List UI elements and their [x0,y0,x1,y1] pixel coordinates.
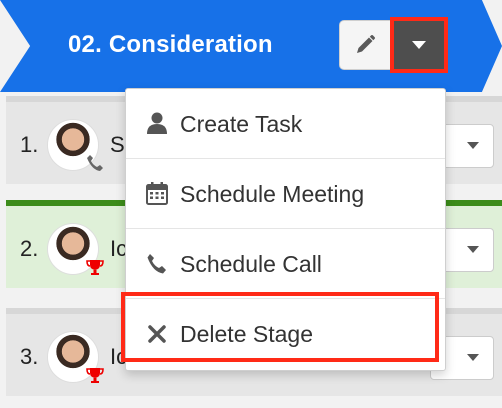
stage-title: 02. Consideration [68,31,273,58]
menu-item-label: Schedule Call [180,251,322,277]
menu-item-schedule-meeting[interactable]: Schedule Meeting [126,159,445,229]
stage-menu-button[interactable] [390,17,448,73]
calendar-icon [146,182,168,205]
caret-down-icon [467,354,479,361]
menu-item-delete-stage[interactable]: Delete Stage [126,299,445,369]
row-number: 3. [20,344,39,369]
row-number: 2. [20,236,39,261]
trophy-icon [86,260,104,275]
edit-stage-button[interactable] [339,20,391,70]
menu-item-schedule-call[interactable]: Schedule Call [126,229,445,299]
trophy-icon [86,368,104,383]
row-title: S [110,132,125,157]
phone-icon [87,155,103,171]
caret-down-icon [467,246,479,253]
stage-actions [339,17,448,73]
menu-item-label: Create Task [180,111,303,137]
close-icon [148,325,166,343]
caret-down-icon [412,41,426,49]
user-icon [147,112,167,134]
stage-dropdown-menu: Create Task Schedule Meeting Schedule Ca… [125,88,446,371]
menu-item-create-task[interactable]: Create Task [126,89,445,159]
menu-item-label: Schedule Meeting [180,181,365,207]
phone-icon [147,254,166,274]
row-number: 1. [20,132,39,157]
caret-down-icon [467,142,479,149]
menu-item-label: Delete Stage [180,321,313,347]
pencil-icon [357,34,376,53]
